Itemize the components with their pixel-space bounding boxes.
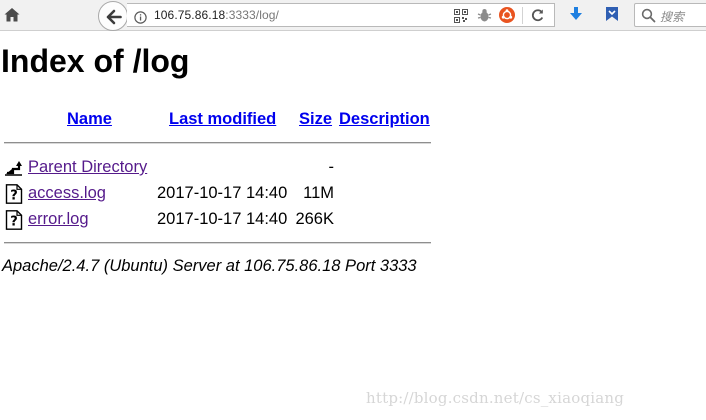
back-button[interactable] (98, 1, 128, 31)
ubuntu-icon[interactable] (499, 7, 515, 23)
url-bar[interactable]: 106.75.86.18:3333/log/ (127, 3, 555, 27)
info-icon[interactable] (134, 9, 147, 24)
url-path: :3333/log/ (225, 8, 279, 22)
bookmark-icon[interactable] (604, 5, 620, 23)
row-size: 11M (303, 184, 334, 202)
search-icon (641, 8, 656, 23)
search-placeholder[interactable]: 搜索 (660, 8, 684, 25)
row-last-modified: 2017-10-17 14:40 (157, 184, 288, 202)
qr-code-icon[interactable] (454, 8, 468, 23)
row-size: 266K (295, 210, 334, 228)
server-signature: Apache/2.4.7 (Ubuntu) Server at 106.75.8… (2, 257, 417, 275)
unknown-file-icon: ? (4, 184, 24, 204)
page-title: Index of /log (1, 43, 190, 79)
parent-directory-link[interactable]: Parent Directory (28, 158, 147, 177)
unknown-file-icon: ? (4, 210, 24, 230)
download-arrow-icon[interactable] (568, 5, 584, 23)
row-last-modified: 2017-10-17 14:40 (157, 210, 288, 228)
url-host: 106.75.86.18 (154, 8, 226, 22)
bug-extension-icon[interactable] (477, 8, 492, 23)
watermark: http://blog.csdn.net/cs_xiaoqiang (366, 389, 625, 407)
reload-icon[interactable] (530, 8, 545, 23)
sort-by-last-modified-link[interactable]: Last modified (169, 110, 276, 129)
back-arrow-icon (106, 9, 122, 25)
svg-text:?: ? (10, 189, 18, 204)
search-bar[interactable]: 搜索 (634, 3, 706, 27)
file-link-error-log[interactable]: error.log (28, 210, 89, 229)
back-folder-icon (4, 158, 24, 178)
header-divider (4, 142, 431, 144)
footer-divider (4, 242, 431, 244)
browser-toolbar: 106.75.86.18:3333/log/ 搜索 (0, 0, 706, 31)
row-size: - (328, 158, 335, 176)
sort-by-size-link[interactable]: Size (299, 110, 332, 129)
sort-by-name-link[interactable]: Name (67, 110, 112, 129)
url-bar-divider (522, 7, 523, 24)
svg-text:?: ? (10, 215, 18, 230)
file-link-access-log[interactable]: access.log (28, 184, 106, 203)
home-icon[interactable] (3, 6, 21, 24)
url-text[interactable]: 106.75.86.18:3333/log/ (154, 8, 279, 22)
sort-by-description-link[interactable]: Description (339, 110, 430, 129)
